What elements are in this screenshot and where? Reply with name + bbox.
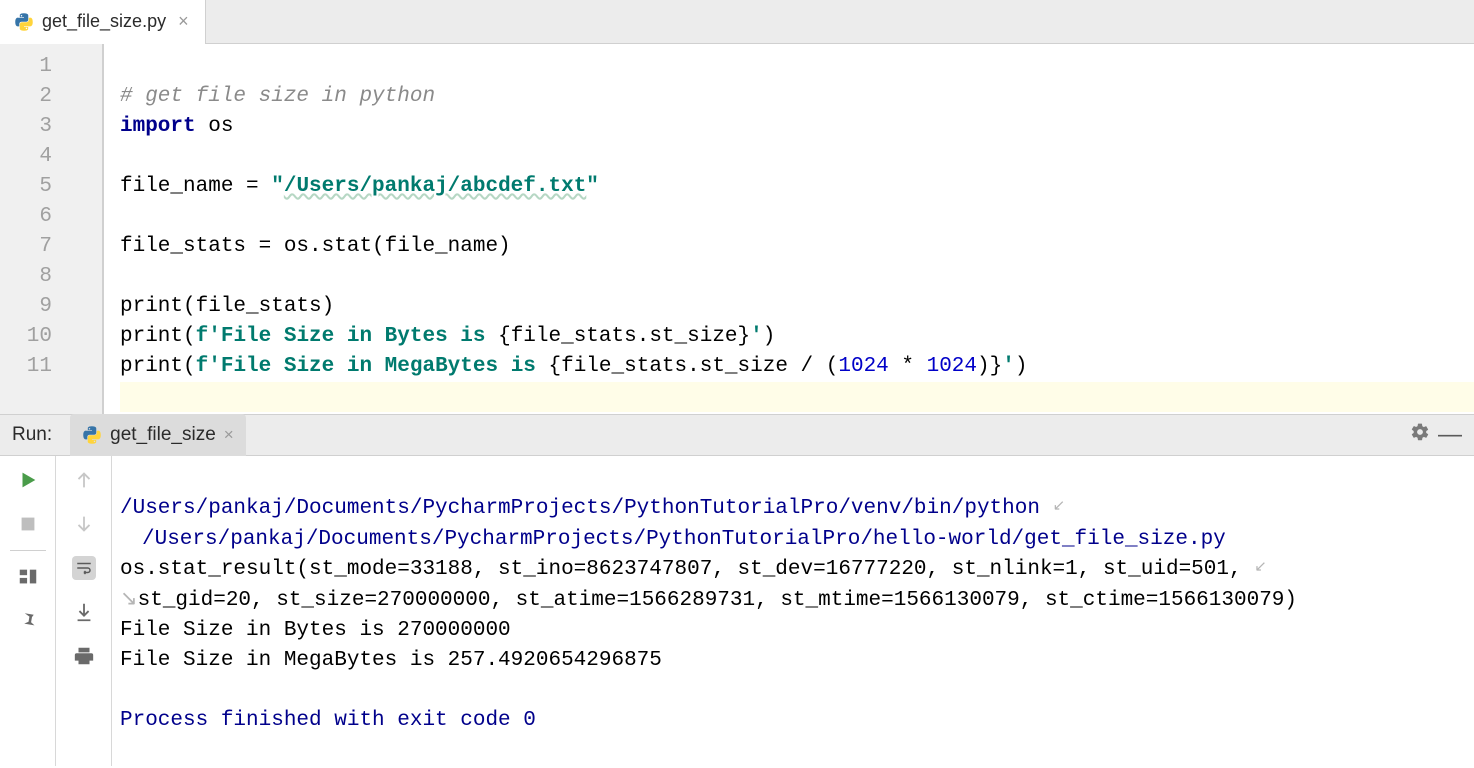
minimize-icon[interactable]: — [1438,430,1462,440]
console-command-arg: /Users/pankaj/Documents/PycharmProjects/… [120,525,1454,555]
console-line: File Size in MegaBytes is 257.4920654296… [120,649,662,672]
print-icon[interactable] [72,644,96,668]
gear-icon[interactable] [1410,422,1430,448]
rerun-icon[interactable] [16,468,40,492]
line-number: 10 [0,322,102,352]
scroll-to-end-icon[interactable] [72,600,96,624]
run-config-tab[interactable]: get_file_size × [70,414,246,456]
line-number: 11 [0,352,102,382]
editor-area: 1 2 3 4 5 6 7 8 9 10 11 # get file size … [0,44,1474,414]
code-text: file_name = [120,175,271,198]
code-string: " [271,175,284,198]
code-text: os [196,115,234,138]
line-number: 4 [0,142,102,172]
line-number: 3 [0,112,102,142]
code-comment: # get file size in python [120,85,435,108]
pin-icon[interactable] [16,609,40,633]
code-text: {file_stats.st_size / ( [549,355,839,378]
console-line: os.stat_result(st_mode=33188, st_ino=862… [120,558,1254,581]
down-arrow-icon[interactable] [72,512,96,536]
soft-wrap-icon[interactable] [72,556,96,580]
console-output[interactable]: /Users/pankaj/Documents/PycharmProjects/… [112,456,1474,766]
line-number: 6 [0,202,102,232]
line-number: 1 [0,52,102,82]
code-text: * [889,355,927,378]
code-string-path: /Users/pankaj/abcdef.txt [284,175,586,198]
line-number: 9 [0,292,102,322]
editor-tab-bar: get_file_size.py × [0,0,1474,44]
up-arrow-icon[interactable] [72,468,96,492]
code-text: )} [977,355,1002,378]
editor-tab-active[interactable]: get_file_size.py × [0,0,206,44]
line-number: 8 [0,262,102,292]
code-text: print( [120,355,196,378]
run-toolbar-left [0,456,56,766]
code-fstring: f' [196,325,221,348]
code-current-line [120,382,1474,412]
code-number: 1024 [838,355,888,378]
run-tool-header: Run: get_file_size × — [0,414,1474,456]
wrap-indicator-icon: ↙ [1053,498,1066,515]
console-line: File Size in Bytes is 270000000 [120,619,511,642]
wrap-indicator-icon: ↙ [1254,559,1267,576]
code-fstring: f' [196,355,221,378]
code-string: " [586,175,599,198]
code-text: ) [763,325,776,348]
run-config-label: get_file_size [110,424,216,446]
line-number: 5 [0,172,102,202]
line-number: 2 [0,82,102,112]
run-panel: /Users/pankaj/Documents/PycharmProjects/… [0,456,1474,766]
code-string: ' [750,325,763,348]
code-string: ' [1002,355,1015,378]
close-run-tab-icon[interactable]: × [224,425,234,445]
code-editor[interactable]: # get file size in python import os file… [104,44,1474,414]
python-file-icon [14,12,34,32]
line-number: 7 [0,232,102,262]
console-command: /Users/pankaj/Documents/PycharmProjects/… [120,497,1040,520]
console-line: st_gid=20, st_size=270000000, st_atime=1… [138,589,1297,612]
code-string: File Size in Bytes is [221,325,498,348]
editor-tab-label: get_file_size.py [42,11,166,32]
close-tab-icon[interactable]: × [174,11,193,32]
run-label: Run: [12,424,70,446]
code-number: 1024 [927,355,977,378]
code-string: File Size in MegaBytes is [221,355,549,378]
wrap-continuation-icon: ↘ [120,589,138,612]
run-toolbar-right [56,456,112,766]
line-gutter: 1 2 3 4 5 6 7 8 9 10 11 [0,44,104,414]
code-text: {file_stats.st_size} [498,325,750,348]
separator [10,550,46,551]
code-text: print(file_stats) [120,295,334,318]
code-text: ) [1015,355,1028,378]
code-text: file_stats = os.stat(file_name) [120,235,511,258]
python-file-icon [82,425,102,445]
stop-icon[interactable] [16,512,40,536]
layout-icon[interactable] [16,565,40,589]
code-keyword: import [120,115,196,138]
code-text: print( [120,325,196,348]
console-exit-line: Process finished with exit code 0 [120,709,536,732]
